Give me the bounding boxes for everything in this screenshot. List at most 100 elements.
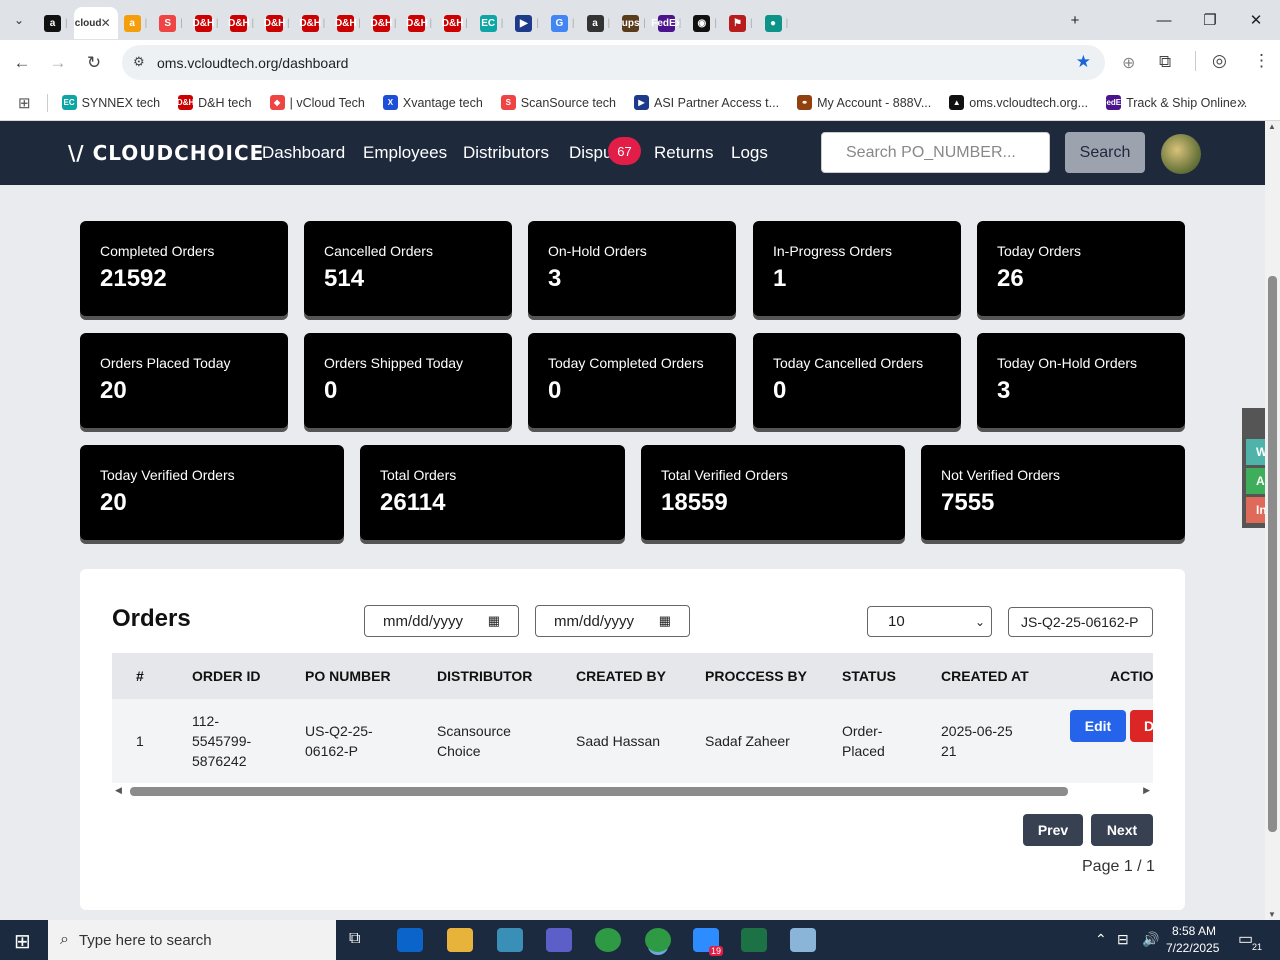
browser-tab[interactable]: ● | (759, 7, 795, 39)
close-tab-icon[interactable]: ✕ (101, 16, 111, 30)
page-size-select[interactable]: 10 ⌄ (867, 606, 992, 637)
browser-tab[interactable]: cloud ✕ (73, 7, 118, 39)
bookmark-item[interactable]: FedEx Track & Ship Online... (1102, 95, 1247, 110)
date-to-input[interactable]: mm/dd/yyyy ▦ (535, 605, 690, 637)
minimize-icon[interactable]: — (1141, 0, 1187, 40)
scroll-up-icon[interactable]: ▲ (1268, 122, 1276, 131)
nav-logs[interactable]: Logs (731, 143, 768, 163)
file-explorer-icon[interactable] (447, 928, 473, 952)
forward-arrow-icon[interactable]: → (40, 45, 76, 81)
delete-button[interactable]: D (1130, 710, 1153, 742)
bookmark-star-icon[interactable]: ★ (1076, 52, 1091, 72)
bookmark-item[interactable]: ▶ ASI Partner Access t... (634, 95, 779, 110)
nav-disputes[interactable]: Dispu (569, 143, 612, 163)
browser-tab[interactable]: ◉ | (687, 7, 723, 39)
volume-icon[interactable]: 🔊 (1142, 931, 1159, 948)
teams-icon[interactable] (546, 928, 572, 952)
browser-tab[interactable]: G | (545, 7, 581, 39)
nav-returns[interactable]: Returns (654, 143, 714, 163)
restore-icon[interactable]: ❐ (1187, 0, 1233, 40)
tab-search-chevron-icon[interactable]: ⌄ (0, 0, 38, 40)
more-bookmarks-icon[interactable]: » (1237, 94, 1246, 112)
chrome-active-icon[interactable] (645, 928, 671, 952)
scroll-left-icon[interactable]: ◀ (115, 785, 122, 796)
clock-date[interactable]: 7/22/2025 (1166, 941, 1219, 955)
site-info-icon[interactable]: ⚙ (133, 54, 145, 70)
browser-tab[interactable]: ▶ | (509, 7, 545, 39)
clock-time[interactable]: 8:58 AM (1172, 924, 1216, 938)
prev-button[interactable]: Prev (1023, 814, 1083, 846)
horizontal-scroll-thumb[interactable] (130, 787, 1068, 796)
tab-separator: | (215, 17, 219, 29)
browser-tab[interactable]: ⚑ | (723, 7, 759, 39)
new-tab-button[interactable]: + (1052, 0, 1098, 40)
omnibox[interactable]: ⚙ oms.vcloudtech.org/dashboard ★ (122, 45, 1105, 80)
nav-distributors[interactable]: Distributors (463, 143, 549, 163)
calendar-icon[interactable]: ▦ (659, 613, 671, 629)
search-button[interactable]: Search (1065, 132, 1145, 173)
orders-title: Orders (112, 605, 191, 632)
browser-tab[interactable]: a | (581, 7, 617, 39)
translate-icon[interactable]: ⊕ (1122, 53, 1135, 73)
bookmark-item[interactable]: ⚭ My Account - 888V... (797, 95, 931, 110)
edit-button[interactable]: Edit (1070, 710, 1126, 742)
back-arrow-icon[interactable]: ← (4, 45, 40, 81)
page-scrollbar[interactable]: ▲ ▼ (1265, 121, 1280, 920)
zoom-icon[interactable]: 19 (693, 928, 723, 956)
user-avatar[interactable] (1161, 134, 1201, 174)
calendar-icon[interactable]: ▦ (488, 613, 500, 629)
menu-dots-icon[interactable]: ⋮ (1253, 51, 1270, 71)
nav-employees[interactable]: Employees (363, 143, 447, 163)
browser-tab[interactable]: D&H | (402, 7, 438, 39)
profile-icon[interactable]: ◎ (1212, 51, 1227, 71)
browser-tab[interactable]: D&H | (438, 7, 474, 39)
horizontal-scrollbar[interactable]: ◀ ▶ (112, 783, 1153, 799)
browser-tab[interactable]: a | (118, 7, 154, 39)
side-tab-inactive[interactable]: In A (1246, 497, 1265, 523)
browser-tab[interactable]: D&H | (296, 7, 332, 39)
browser-tab[interactable]: FedEx | (651, 7, 688, 39)
po-search-input[interactable]: Search PO_NUMBER... (821, 132, 1050, 173)
browser-tab[interactable]: EC | (474, 7, 510, 39)
browser-tab[interactable]: ups | (616, 7, 652, 39)
network-icon[interactable]: ⊟ (1117, 931, 1129, 948)
bookmark-item[interactable]: S ScanSource tech (500, 95, 616, 110)
reload-icon[interactable]: ↻ (76, 45, 112, 81)
side-tab-active[interactable]: Acti (1246, 468, 1265, 494)
browser-tab[interactable]: D&H | (331, 7, 367, 39)
browser-tab[interactable]: D&H | (224, 7, 260, 39)
next-button[interactable]: Next (1091, 814, 1153, 846)
bookmark-item[interactable]: ◆ | vCloud Tech (269, 95, 365, 110)
page-scroll-thumb[interactable] (1268, 276, 1277, 832)
task-view-icon[interactable]: ⧉ (349, 930, 360, 948)
app-icon[interactable] (497, 928, 523, 952)
bookmark-item[interactable]: ▲ oms.vcloudtech.org... (949, 95, 1088, 110)
notifications-icon[interactable]: ▭ (1238, 929, 1253, 949)
side-tab-work[interactable]: Wor (1246, 439, 1265, 465)
browser-tab[interactable]: D&H | (367, 7, 403, 39)
bookmark-item[interactable]: X Xvantage tech (382, 95, 483, 110)
apps-grid-icon[interactable]: ⊞ (18, 94, 31, 112)
taskbar-search[interactable]: ⌕ Type here to search (48, 920, 336, 960)
browser-tab[interactable]: D&H | (260, 7, 296, 39)
browser-tab[interactable]: D&H | (189, 7, 225, 39)
cloudchoice-logo[interactable]: \/ CLOUDCHOICE (68, 141, 264, 165)
date-from-input[interactable]: mm/dd/yyyy ▦ (364, 605, 519, 637)
scroll-down-icon[interactable]: ▼ (1268, 910, 1276, 919)
outlook-icon[interactable] (397, 928, 423, 952)
stat-label: Total Orders (380, 467, 457, 483)
browser-tab[interactable]: S | (153, 7, 189, 39)
windows-start-icon[interactable]: ⊞ (14, 929, 31, 954)
scroll-right-icon[interactable]: ▶ (1143, 785, 1150, 796)
nav-dashboard[interactable]: Dashboard (262, 143, 345, 163)
tray-chevron-icon[interactable]: ⌃ (1095, 931, 1107, 948)
app-icon[interactable] (790, 928, 816, 952)
browser-tab[interactable]: a | (38, 7, 74, 39)
extensions-icon[interactable]: ⧉ (1159, 52, 1171, 72)
close-window-icon[interactable]: ✕ (1233, 0, 1279, 40)
bookmark-item[interactable]: D&H D&H tech (177, 95, 252, 110)
chrome-icon[interactable] (595, 928, 621, 952)
excel-icon[interactable] (741, 928, 767, 952)
bookmark-item[interactable]: EC SYNNEX tech (61, 95, 160, 110)
po-filter-input[interactable]: JS-Q2-25-06162-P (1008, 607, 1153, 637)
